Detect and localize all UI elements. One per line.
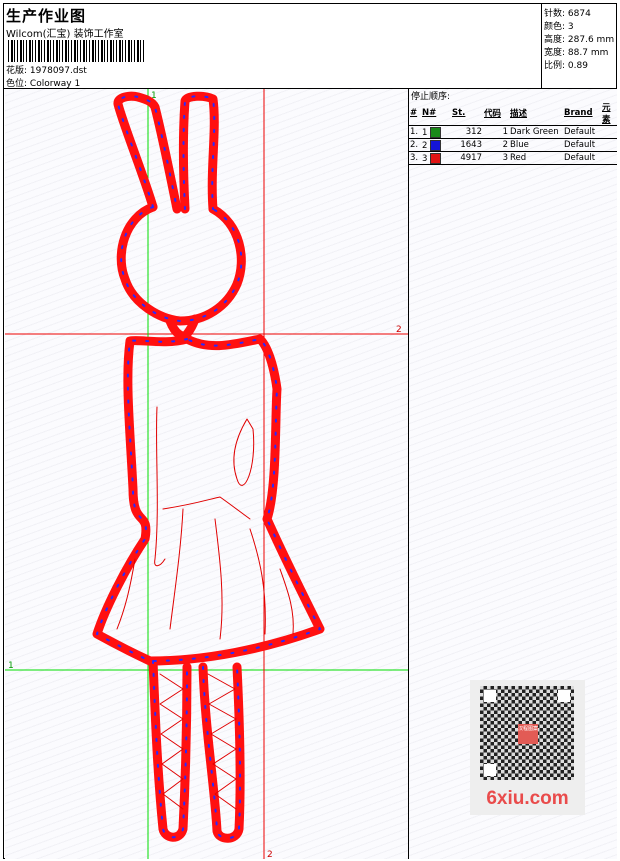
guide-label-v2: 2 bbox=[267, 850, 273, 859]
color-swatch bbox=[430, 126, 442, 138]
header: 生产作业图 Wilcom(汇宝) 装饰工作室 花版: 1978097.dst 色… bbox=[4, 4, 541, 89]
col-description: 描述 bbox=[510, 109, 528, 119]
stat-height: 高度: 287.6 mm bbox=[544, 35, 615, 45]
color-swatch bbox=[430, 152, 442, 164]
skirt-fold-1 bbox=[169, 508, 184, 630]
stop-sequence-header: # N# St. 代码 描述 Brand 元素 bbox=[409, 101, 617, 126]
right-ear-outline bbox=[179, 91, 219, 214]
stat-stitches: 针数: 6874 bbox=[544, 9, 591, 19]
guide-label-h1: 2 bbox=[396, 325, 402, 335]
dress-detail-right bbox=[233, 418, 255, 486]
stop-sequence-table: # N# St. 代码 描述 Brand 元素 1. 1 312 1 Dark … bbox=[409, 101, 617, 165]
guide-label-h2: 1 bbox=[8, 661, 14, 671]
right-leg-outline bbox=[198, 662, 245, 843]
design-file-row: 花版: 1978097.dst bbox=[6, 63, 87, 76]
qr-code: 汉程图案 bbox=[480, 686, 574, 780]
design-file-label: 花版: bbox=[6, 66, 28, 76]
color-swatch bbox=[430, 139, 442, 151]
col-index: # bbox=[410, 108, 418, 118]
head-outline bbox=[116, 202, 246, 326]
stat-scale: 比例: 0.89 bbox=[544, 61, 588, 71]
skirt-fold-3 bbox=[249, 528, 266, 635]
embroidery-preview: 2 1 1 2 bbox=[5, 89, 408, 859]
left-leg-outline bbox=[148, 656, 192, 842]
page-title: 生产作业图 bbox=[6, 7, 87, 25]
stat-width: 宽度: 88.7 mm bbox=[544, 48, 609, 58]
table-row: 1. 1 312 1 Dark Green Default bbox=[409, 125, 617, 139]
col-brand: Brand bbox=[564, 108, 593, 118]
stat-colors: 颜色: 3 bbox=[544, 22, 574, 32]
col-code: 代码 bbox=[484, 109, 502, 119]
qr-logo: 汉程图案 bbox=[518, 724, 538, 744]
design-stats: 针数: 6874 颜色: 3 高度: 287.6 mm 宽度: 88.7 mm … bbox=[541, 4, 618, 88]
company-name: Wilcom(汇宝) 装饰工作室 bbox=[6, 29, 124, 40]
left-ear-outline bbox=[113, 91, 182, 214]
watermark-qr: 汉程图案 6xiu.com bbox=[470, 680, 585, 815]
design-file-value: 1978097.dst bbox=[29, 66, 87, 76]
barcode bbox=[8, 40, 144, 62]
rabbit-outline bbox=[92, 91, 325, 843]
col-stitches: St. bbox=[452, 108, 466, 118]
table-row: 3. 3 4917 3 Red Default bbox=[409, 151, 617, 165]
col-needle: N# bbox=[422, 108, 437, 118]
skirt-fold-2 bbox=[214, 518, 223, 640]
dress-detail-left bbox=[154, 406, 166, 567]
watermark-brand: 6xiu.com bbox=[486, 788, 569, 809]
table-row: 2. 2 1643 2 Blue Default bbox=[409, 138, 617, 152]
waist-detail bbox=[162, 496, 251, 520]
col-element: 元素 bbox=[602, 103, 611, 125]
